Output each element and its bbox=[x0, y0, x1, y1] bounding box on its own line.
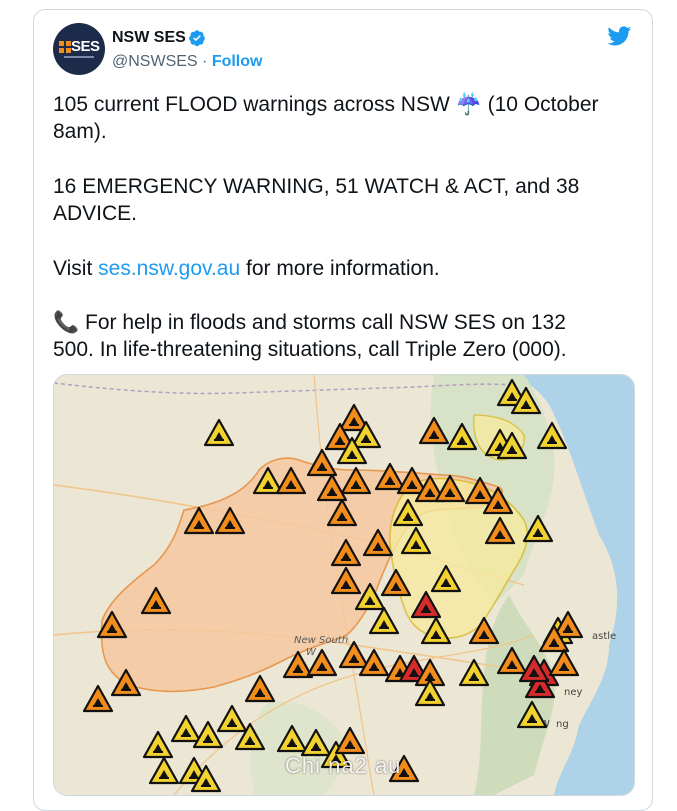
author-handle[interactable]: @NSWSES bbox=[112, 53, 198, 70]
avatar-logo-text: SES bbox=[71, 38, 100, 55]
tweet-text-segment: 105 current FLOOD warnings across NSW bbox=[53, 93, 456, 116]
tweet-text-segment: (10 October bbox=[481, 93, 599, 116]
help-line-2: 500. In life-threatening situations, cal… bbox=[53, 338, 567, 361]
ses-website-link[interactable]: ses.nsw.gov.au bbox=[98, 257, 240, 280]
visit-line: Visit ses.nsw.gov.au for more informatio… bbox=[53, 255, 623, 282]
follow-button[interactable]: Follow bbox=[212, 53, 263, 70]
avatar[interactable]: SES bbox=[53, 23, 105, 75]
author-name[interactable]: NSW SES bbox=[112, 29, 186, 47]
flood-warnings-map-image[interactable]: New South W astle ney W ng bbox=[53, 374, 635, 796]
map-label-sydney: ney bbox=[564, 687, 582, 698]
map-graphic: New South W astle ney W ng bbox=[54, 375, 634, 795]
twitter-bird-icon[interactable] bbox=[606, 24, 633, 48]
ses-logo-icon bbox=[59, 41, 71, 53]
umbrella-emoji-icon: ☔ bbox=[455, 93, 482, 116]
avatar-logo-underline bbox=[64, 56, 94, 58]
map-label-newcastle: astle bbox=[592, 631, 616, 642]
help-line-1: 📞 For help in floods and storms call NSW… bbox=[53, 309, 623, 336]
visit-prefix: Visit bbox=[53, 257, 99, 280]
watermark: Chi na2 au bbox=[285, 753, 402, 778]
tweet-line-1: 105 current FLOOD warnings across NSW ☔ … bbox=[53, 91, 623, 118]
author-handle-row: @NSWSES · Follow bbox=[112, 53, 262, 71]
map-label-region-2: W bbox=[306, 647, 317, 658]
map-label-region: New South bbox=[294, 635, 348, 646]
visit-suffix: for more information. bbox=[240, 257, 440, 280]
warnings-line-1: 16 EMERGENCY WARNING, 51 WATCH & ACT, an… bbox=[53, 175, 580, 198]
help-text-segment: For help in floods and storms call NSW S… bbox=[79, 311, 566, 334]
map-label-wollongong-2: ng bbox=[556, 719, 569, 730]
phone-emoji-icon: 📞 bbox=[53, 311, 80, 334]
warnings-line-2: ADVICE. bbox=[53, 202, 138, 225]
handle-separator: · bbox=[197, 53, 212, 70]
tweet-line-2: 8am). bbox=[53, 120, 107, 143]
verified-badge-icon bbox=[189, 30, 205, 47]
